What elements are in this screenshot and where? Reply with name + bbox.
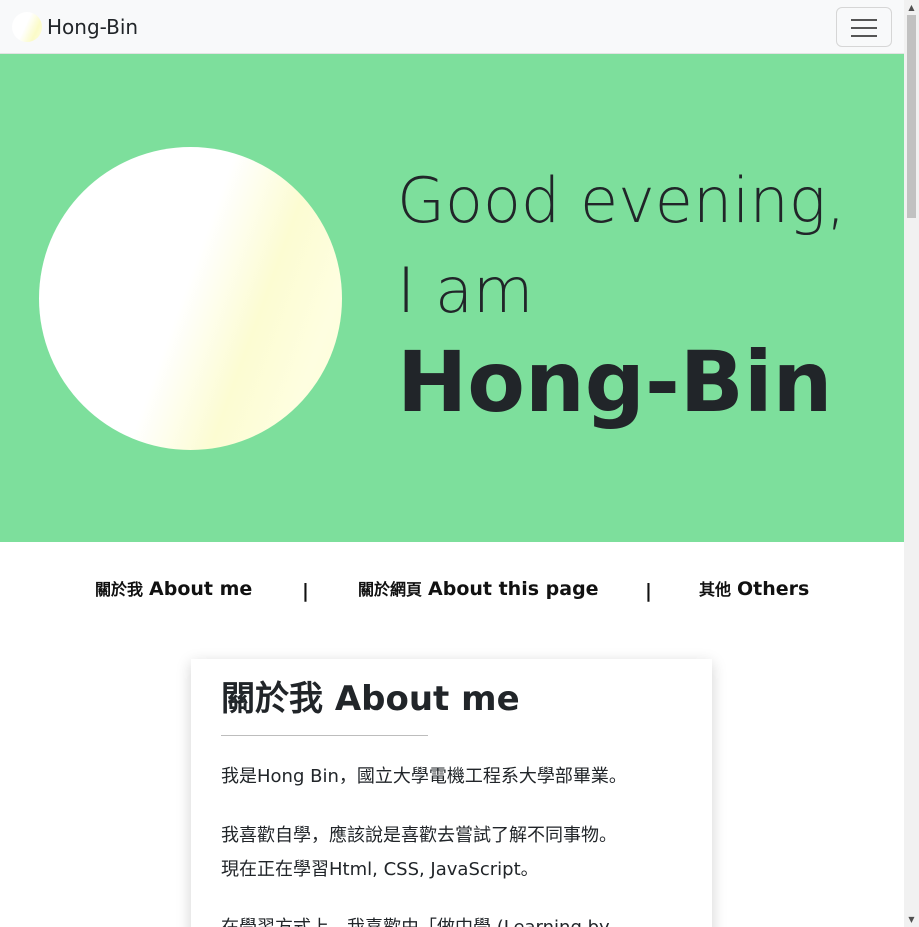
scroll-down-arrow-icon[interactable]: ▼ bbox=[904, 912, 919, 927]
hamburger-menu-icon bbox=[851, 27, 877, 29]
nav-link-others[interactable]: 其他 Others bbox=[699, 574, 809, 605]
page: Hong-Bin Good evening, I am Hong-Bin 關於我… bbox=[0, 0, 904, 927]
nav-link-en: About this page bbox=[428, 578, 599, 600]
nav-link-en: About me bbox=[149, 578, 253, 600]
brand-link[interactable]: Hong-Bin bbox=[47, 13, 138, 41]
hero-intro: I am bbox=[397, 254, 534, 327]
hero-greeting: Good evening, bbox=[397, 164, 846, 237]
about-paragraph: 現在正在學習Html, CSS, JavaScript。 bbox=[221, 859, 539, 880]
about-paragraph: 我是Hong Bin，國立大學電機工程系大學部畢業。 bbox=[221, 766, 627, 787]
hero-banner: Good evening, I am Hong-Bin bbox=[0, 54, 904, 542]
nav-link-about-page[interactable]: 關於網頁 About this page bbox=[358, 574, 599, 605]
hero-name: Hong-Bin bbox=[397, 333, 833, 431]
about-me-title: 關於我 About me bbox=[221, 679, 520, 719]
hamburger-menu-icon bbox=[851, 35, 877, 37]
nav-link-about-me[interactable]: 關於我 About me bbox=[95, 574, 252, 605]
hamburger-menu-button[interactable] bbox=[836, 7, 892, 47]
avatar bbox=[39, 147, 342, 450]
about-paragraph: 我喜歡自學，應該說是喜歡去嘗試了解不同事物。 bbox=[221, 825, 617, 846]
title-divider bbox=[221, 735, 428, 736]
sun-logo-icon[interactable] bbox=[12, 12, 42, 42]
scroll-up-arrow-icon[interactable]: ▲ bbox=[904, 0, 919, 15]
page-scrollbar[interactable]: ▲ ▼ bbox=[904, 0, 919, 927]
nav-link-zh: 關於網頁 bbox=[358, 580, 423, 599]
section-nav: 關於我 About me | 關於網頁 About this page | 其他 Ot… bbox=[0, 574, 904, 608]
hamburger-menu-icon bbox=[851, 19, 877, 21]
nav-separator: | bbox=[645, 580, 652, 602]
about-paragraph: 在學習方式上，我喜歡由「做中學 (Learning by bbox=[221, 911, 610, 927]
nav-link-en: Others bbox=[737, 578, 810, 600]
scroll-thumb[interactable] bbox=[907, 15, 916, 218]
navbar: Hong-Bin bbox=[0, 0, 904, 54]
about-me-card: 關於我 About me 我是Hong Bin，國立大學電機工程系大學部畢業。 … bbox=[191, 659, 712, 927]
nav-link-zh: 關於我 bbox=[95, 580, 144, 599]
nav-link-zh: 其他 bbox=[699, 580, 732, 599]
nav-separator: | bbox=[302, 580, 309, 602]
